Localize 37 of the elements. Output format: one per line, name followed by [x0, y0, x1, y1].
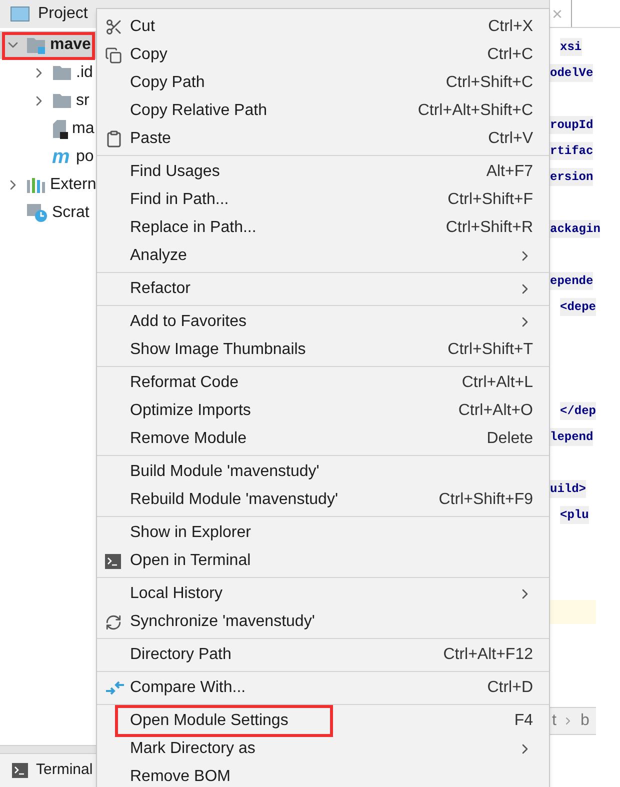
shortcut-text: Ctrl+Alt+O — [458, 401, 533, 421]
shortcut-text: Ctrl+X — [488, 17, 533, 37]
shortcut-text: Ctrl+Shift+F — [448, 190, 533, 210]
shortcut-text: Ctrl+Shift+R — [446, 218, 533, 238]
tree-item-label: sr — [76, 91, 90, 111]
code-text: <depe — [560, 298, 596, 316]
shortcut-text: Alt+F7 — [486, 162, 533, 182]
tree-item-label: Extern — [50, 175, 96, 195]
code-text: ersion — [550, 168, 594, 186]
code-text: epende — [550, 272, 594, 290]
shortcut-text: Ctrl+D — [487, 678, 533, 698]
code-text: lepend — [550, 428, 594, 446]
panel-title: Project — [38, 4, 88, 24]
code-text: <plu — [560, 506, 589, 524]
tree-item-label: .id — [76, 63, 93, 83]
tree-item-label: ma — [72, 119, 94, 139]
shortcut-text: Delete — [486, 429, 533, 449]
shortcut-text: Ctrl+C — [487, 45, 533, 65]
shortcut-text: F4 — [514, 711, 533, 731]
shortcut-text: Ctrl+Shift+C — [446, 73, 533, 93]
code-text: rtifac — [550, 142, 594, 160]
shortcut-text: Ctrl+Alt+F12 — [443, 645, 533, 665]
code-text: uild> — [550, 480, 586, 498]
shortcut-text: Ctrl+Alt+L — [462, 373, 533, 393]
shortcut-text: Ctrl+Shift+T — [448, 340, 533, 360]
code-text: odelVe — [550, 64, 594, 82]
code-text: xsi — [560, 38, 582, 56]
tree-item-label: po — [76, 147, 94, 167]
maven-m-icon: m — [52, 147, 72, 167]
shortcut-text: Ctrl+Alt+Shift+C — [418, 101, 533, 121]
tree-item-label: Scrat — [52, 203, 90, 223]
shortcut-text: Ctrl+V — [488, 129, 533, 149]
code-text: roupId — [550, 116, 594, 134]
shortcut-text: Ctrl+Shift+F9 — [438, 490, 533, 510]
tree-item-label: mave — [50, 35, 91, 55]
code-text: </dep — [560, 402, 596, 420]
code-text: ackagin — [550, 220, 600, 238]
